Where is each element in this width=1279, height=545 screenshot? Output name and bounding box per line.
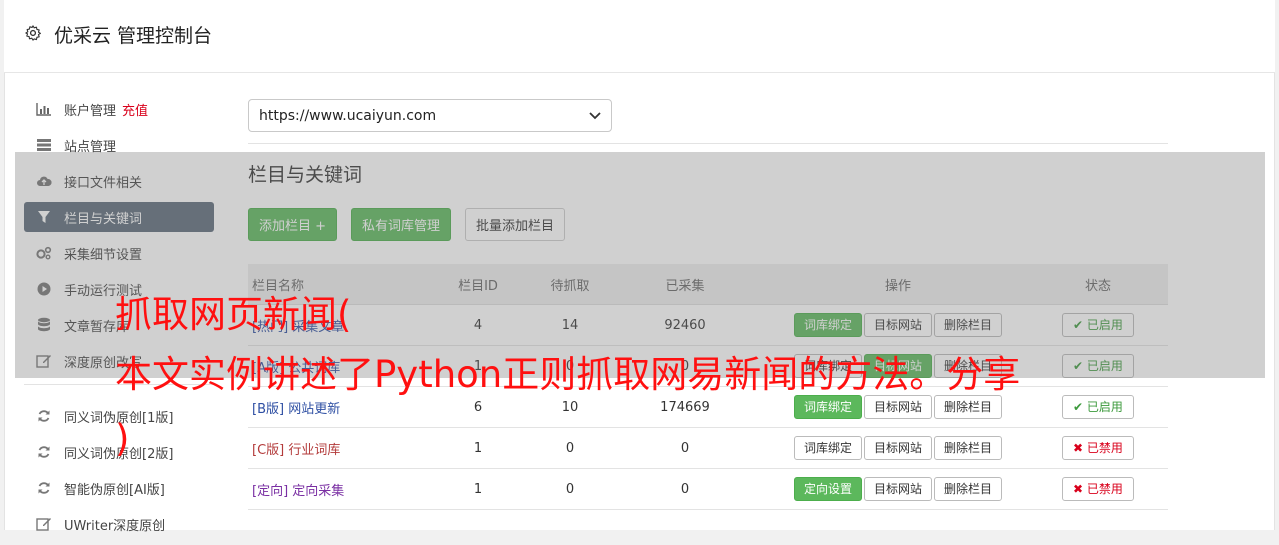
pending-count: 0: [538, 427, 602, 469]
table-row: [C版] 行业词库 1 0 0 词库绑定 目标网站 删除栏目 ✖ 已禁用: [248, 427, 1168, 469]
collected-count: 0: [602, 427, 768, 469]
sidebar-item-label: 账户管理: [64, 103, 117, 119]
status-toggle[interactable]: ✖ 已禁用: [1062, 477, 1134, 501]
column-name: 定向采集: [292, 483, 345, 499]
target-site-button[interactable]: 目标网站: [863, 395, 932, 419]
status-label: 已启用: [1086, 400, 1123, 414]
column-name: 行业词库: [288, 442, 341, 458]
column-id: 1: [418, 427, 538, 469]
collected-count: 0: [602, 468, 768, 510]
main-divider: [248, 143, 1168, 144]
sidebar-item-label: UWriter深度原创: [64, 518, 166, 534]
refresh-icon: [36, 480, 52, 496]
status-cell: ✔ 已启用: [1028, 386, 1168, 428]
table-row: [定向] 定向采集 1 0 0 定向设置 目标网站 删除栏目 ✖ 已禁用: [248, 468, 1168, 510]
status-label: 已禁用: [1086, 441, 1123, 455]
column-name: 网站更新: [288, 401, 341, 417]
target-site-button[interactable]: 目标网站: [863, 436, 932, 460]
bar-chart-icon: [36, 101, 52, 117]
sidebar-item-account[interactable]: 账户管理 充值: [24, 94, 214, 124]
delete-column-button[interactable]: 删除栏目: [934, 477, 1003, 501]
column-tag: [定向]: [252, 483, 289, 499]
status-cell: ✖ 已禁用: [1028, 468, 1168, 510]
column-name-cell[interactable]: [定向] 定向采集: [248, 468, 418, 510]
actions-cell: 定向设置 目标网站 删除栏目: [768, 468, 1028, 510]
pending-count: 0: [538, 468, 602, 510]
server-icon: [36, 137, 52, 153]
actions-cell: 词库绑定 目标网站 删除栏目: [768, 427, 1028, 469]
status-label: 已禁用: [1086, 482, 1123, 496]
sidebar-item-uwriter[interactable]: UWriter深度原创: [24, 509, 214, 539]
status-cell: ✖ 已禁用: [1028, 427, 1168, 469]
chevron-down-icon: [589, 111, 601, 119]
column-tag: [B版]: [252, 401, 285, 417]
caption-overlay: [15, 152, 1265, 378]
status-toggle[interactable]: ✖ 已禁用: [1062, 436, 1134, 460]
refresh-icon: [36, 444, 52, 460]
site-select[interactable]: https://www.ucaiyun.com: [248, 99, 612, 132]
status-toggle[interactable]: ✔ 已启用: [1062, 395, 1134, 419]
directed-settings-button[interactable]: 定向设置: [793, 477, 862, 501]
site-select-value: https://www.ucaiyun.com: [259, 107, 437, 124]
console-title: 优采云 管理控制台: [54, 25, 213, 47]
sidebar-item-label: 智能伪原创[AI版]: [64, 482, 165, 498]
column-tag: [C版]: [252, 442, 285, 458]
overlay-line-3: ): [115, 417, 130, 460]
bind-library-button[interactable]: 词库绑定: [793, 395, 862, 419]
target-site-button[interactable]: 目标网站: [863, 477, 932, 501]
delete-column-button[interactable]: 删除栏目: [934, 395, 1003, 419]
gear-icon: [25, 25, 41, 41]
refresh-icon: [36, 408, 52, 424]
sidebar-item-ai[interactable]: 智能伪原创[AI版]: [24, 473, 214, 503]
top-header: 优采云 管理控制台: [4, 0, 1275, 73]
column-name-cell[interactable]: [C版] 行业词库: [248, 427, 418, 469]
overlay-line-2: 本文实例讲述了Python正则抓取网易新闻的方法。分享: [115, 353, 1021, 396]
bind-library-button[interactable]: 词库绑定: [793, 436, 862, 460]
column-id: 1: [418, 468, 538, 510]
overlay-line-1: 抓取网页新闻(: [115, 293, 352, 336]
recharge-link[interactable]: 充值: [122, 100, 148, 119]
delete-column-button[interactable]: 删除栏目: [934, 436, 1003, 460]
